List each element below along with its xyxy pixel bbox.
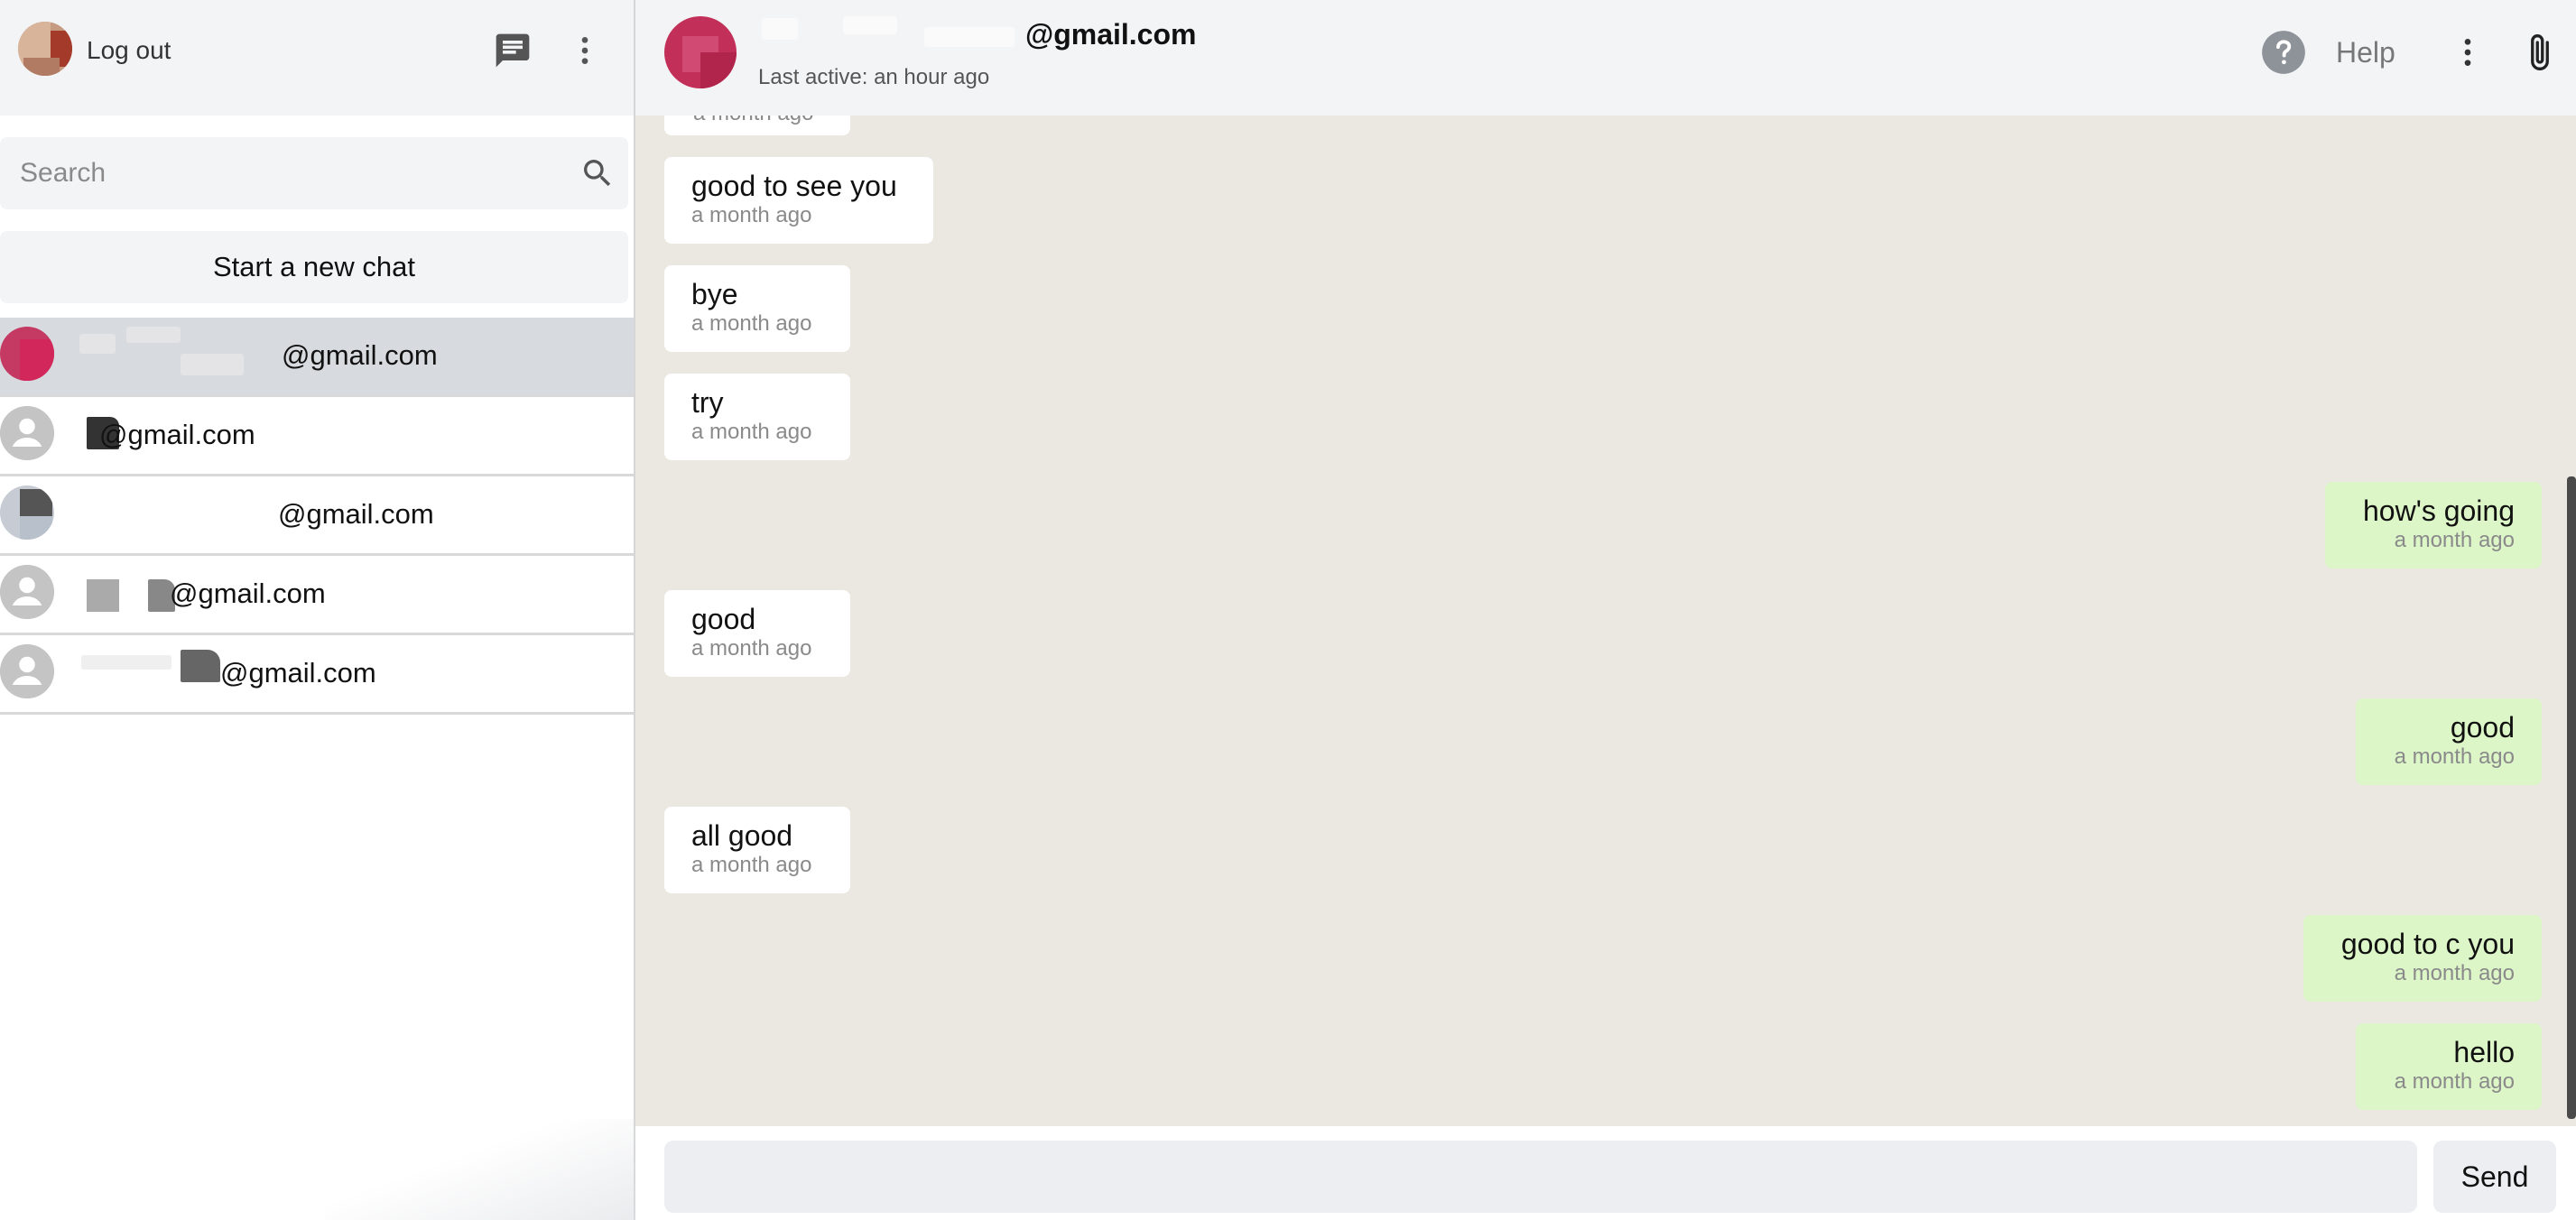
message-bubble: good to see you a month ago bbox=[664, 157, 933, 244]
contact-item[interactable]: @gmail.com bbox=[0, 635, 634, 715]
message-time: a month ago bbox=[2394, 744, 2515, 769]
message-bubble: all good a month ago bbox=[664, 807, 850, 893]
contact-name: @gmail.com bbox=[278, 498, 434, 530]
message-bubble: good a month ago bbox=[664, 590, 850, 677]
peer-name: @gmail.com bbox=[1025, 18, 1197, 51]
message-bubble: how's going a month ago bbox=[2325, 482, 2542, 568]
message-scrollbar[interactable] bbox=[2567, 476, 2576, 1119]
new-message-icon[interactable] bbox=[487, 29, 538, 72]
attach-icon[interactable] bbox=[2516, 27, 2563, 78]
chat-menu-icon[interactable] bbox=[2446, 31, 2489, 74]
contact-list: @gmail.com @gmail.com @gmail.com @gmail.… bbox=[0, 318, 634, 715]
decorative-shadow bbox=[325, 1119, 635, 1220]
contact-avatar bbox=[0, 406, 54, 460]
my-avatar[interactable] bbox=[18, 22, 72, 76]
chat-panel: @gmail.com Last active: an hour ago Help… bbox=[635, 0, 2576, 1220]
logout-link[interactable]: Log out bbox=[87, 36, 171, 65]
message-bubble: good to c you a month ago bbox=[2303, 915, 2542, 1002]
contact-name: @gmail.com bbox=[99, 419, 255, 450]
start-new-chat-button[interactable]: Start a new chat bbox=[0, 231, 628, 303]
message-time: a month ago bbox=[691, 311, 812, 336]
message-input[interactable] bbox=[664, 1141, 2417, 1213]
contact-name: @gmail.com bbox=[282, 339, 438, 371]
contact-avatar bbox=[0, 327, 54, 381]
message-time: a month ago bbox=[2394, 528, 2515, 552]
help-link[interactable]: Help bbox=[2336, 36, 2395, 69]
message-text: good bbox=[2450, 711, 2515, 744]
contact-item[interactable]: @gmail.com bbox=[0, 556, 634, 635]
message-time: a month ago bbox=[691, 420, 812, 444]
message-list: a month ago good to see you a month ago … bbox=[635, 116, 2576, 1126]
message-text: all good bbox=[691, 819, 793, 852]
message-text: bye bbox=[691, 278, 738, 310]
message-text: good to see you bbox=[691, 170, 897, 202]
contact-item[interactable]: @gmail.com bbox=[0, 397, 634, 476]
search-bar bbox=[0, 137, 628, 209]
search-icon[interactable] bbox=[578, 153, 617, 193]
message-time: a month ago bbox=[2394, 961, 2515, 985]
message-text: hello bbox=[2453, 1036, 2515, 1068]
chat-header: @gmail.com Last active: an hour ago Help bbox=[635, 0, 2576, 116]
contact-avatar bbox=[0, 565, 54, 619]
search-input[interactable] bbox=[20, 137, 561, 209]
message-text: good to c you bbox=[2340, 928, 2515, 960]
message-bubble: bye a month ago bbox=[664, 265, 850, 352]
message-text: good bbox=[691, 603, 756, 635]
help-icon[interactable] bbox=[2260, 29, 2307, 76]
message-time: a month ago bbox=[693, 116, 813, 126]
contact-name: @gmail.com bbox=[170, 578, 326, 609]
message-bubble: a month ago bbox=[664, 116, 850, 135]
contact-name: @gmail.com bbox=[220, 657, 376, 689]
contact-avatar bbox=[0, 644, 54, 698]
message-bubble: good a month ago bbox=[2356, 698, 2542, 785]
message-time: a month ago bbox=[691, 853, 812, 877]
sidebar-menu-icon[interactable] bbox=[563, 29, 607, 72]
contact-item[interactable]: @gmail.com bbox=[0, 318, 634, 397]
sidebar-header: Log out bbox=[0, 0, 634, 116]
message-text: try bbox=[691, 386, 724, 419]
message-time: a month ago bbox=[2394, 1069, 2515, 1094]
last-active-status: Last active: an hour ago bbox=[758, 65, 990, 89]
send-button[interactable]: Send bbox=[2433, 1141, 2556, 1213]
message-time: a month ago bbox=[691, 636, 812, 661]
chat-app: Log out Start a new chat @gmail.com bbox=[0, 0, 2576, 1220]
contact-avatar bbox=[0, 485, 54, 540]
message-bubble: try a month ago bbox=[664, 374, 850, 460]
composer: Send bbox=[635, 1126, 2576, 1220]
contact-item[interactable]: @gmail.com bbox=[0, 476, 634, 556]
message-time: a month ago bbox=[691, 203, 812, 227]
message-text: how's going bbox=[2363, 494, 2515, 527]
message-bubble: hello a month ago bbox=[2356, 1023, 2542, 1110]
peer-avatar[interactable] bbox=[664, 16, 737, 88]
sidebar: Log out Start a new chat @gmail.com bbox=[0, 0, 635, 1220]
